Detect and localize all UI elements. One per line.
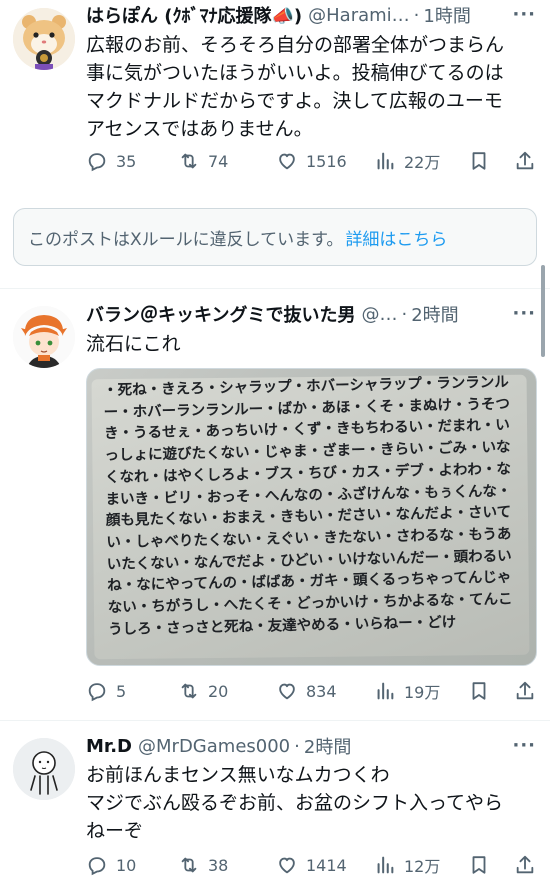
repost-button[interactable]: 20 <box>178 676 228 706</box>
bookmark-icon <box>472 152 486 170</box>
bookmark-icon <box>472 856 486 874</box>
notice-text: このポストはXルールに違反しています。 <box>28 229 344 250</box>
post-3[interactable]: Mr.D @MrDGames000 · 2時間 ··· お前ほんまセンス無いなム… <box>0 728 550 893</box>
views-count: 19万 <box>404 683 441 702</box>
notice-details-link[interactable]: 詳細はこちら <box>345 225 447 250</box>
reply-icon <box>88 857 106 876</box>
author-name[interactable]: Mr.D <box>86 736 132 757</box>
reply-button[interactable]: 10 <box>86 850 136 880</box>
hamster-avatar-icon <box>13 8 75 70</box>
post-text: 流石にこれ <box>86 333 181 355</box>
bookmark-icon <box>472 682 486 700</box>
post-time[interactable]: 2時間 <box>304 733 351 759</box>
like-icon <box>279 683 295 700</box>
views-count: 12万 <box>404 857 441 876</box>
author-handle[interactable]: @… <box>361 304 397 325</box>
share-button[interactable] <box>514 676 536 706</box>
action-bar: 10 38 1414 12万 <box>86 850 536 880</box>
anime-character-avatar-icon <box>13 306 75 368</box>
share-icon <box>516 855 534 874</box>
views-count: 22万 <box>404 153 441 172</box>
post-time[interactable]: 2時間 <box>411 301 458 327</box>
author-handle[interactable]: @MrDGames000 <box>138 736 290 757</box>
like-count: 1414 <box>306 855 347 875</box>
reply-count: 5 <box>116 681 127 701</box>
attached-photo[interactable]: ・死ね・きえろ・シャラップ・ホバーシャラップ・ランランル ー・ホバーランランルー… <box>86 368 537 666</box>
post-text: お前ほんまセンス無いなムカつくわ マジでぶん殴るぞお前、お盆のシフト入ってやら … <box>86 764 504 842</box>
share-icon <box>516 681 534 700</box>
repost-count: 38 <box>208 855 229 875</box>
views-button[interactable]: 22万 <box>374 146 440 176</box>
like-button[interactable]: 834 <box>276 676 337 706</box>
author-name[interactable]: バラン＠キッキングミで抜いた男 <box>86 301 355 327</box>
action-bar: 35 74 1516 22万 <box>86 146 536 176</box>
reply-count: 35 <box>116 151 137 171</box>
views-button[interactable]: 12万 <box>374 850 440 880</box>
default-person-avatar-icon <box>13 738 75 800</box>
like-icon <box>279 153 295 170</box>
repost-button[interactable]: 38 <box>178 850 228 880</box>
separator-dot: · <box>294 735 300 757</box>
more-icon[interactable]: ··· <box>512 303 536 324</box>
share-button[interactable] <box>514 146 536 176</box>
views-icon <box>377 682 394 700</box>
separator-dot: · <box>413 4 420 26</box>
author-handle[interactable]: @Harami… <box>308 5 410 26</box>
repost-icon <box>181 153 197 169</box>
bookmark-button[interactable] <box>468 146 490 176</box>
rule-violation-notice: このポストはXルールに違反しています。 詳細はこちら <box>13 208 537 266</box>
reply-icon <box>88 153 106 172</box>
like-button[interactable]: 1516 <box>276 146 347 176</box>
post-time[interactable]: 1時間 <box>423 2 470 28</box>
reply-icon <box>88 683 106 702</box>
repost-count: 20 <box>208 681 229 701</box>
avatar[interactable] <box>13 306 75 368</box>
photo-text: ・死ね・きえろ・シャラップ・ホバーシャラップ・ランランル ー・ホバーランランルー… <box>103 372 531 641</box>
repost-icon <box>181 857 197 873</box>
share-icon <box>516 151 534 170</box>
reply-button[interactable]: 5 <box>86 676 126 706</box>
action-bar: 5 20 834 19万 <box>86 676 536 706</box>
views-icon <box>377 152 394 170</box>
author-name[interactable]: はらぽん (ｸﾎﾞﾏﾅ応援隊📣) <box>86 2 302 28</box>
bookmark-button[interactable] <box>468 676 490 706</box>
like-count: 834 <box>306 681 337 701</box>
divider <box>0 288 550 289</box>
repost-icon <box>181 683 197 699</box>
more-icon[interactable]: ··· <box>512 735 536 756</box>
post-1[interactable]: はらぽん (ｸﾎﾞﾏﾅ応援隊📣) @Harami… · 1時間 ··· 広報のお… <box>0 0 550 200</box>
like-button[interactable]: 1414 <box>276 850 347 880</box>
post-text: 広報のお前、そろそろ自分の部署全体がつまらん 事に気がついたほうがいいよ。投稿伸… <box>86 34 505 140</box>
bookmark-button[interactable] <box>468 850 490 880</box>
like-count: 1516 <box>306 151 347 171</box>
reply-button[interactable]: 35 <box>86 146 136 176</box>
reply-count: 10 <box>116 855 137 875</box>
divider <box>0 720 550 721</box>
avatar[interactable] <box>13 8 75 70</box>
repost-button[interactable]: 74 <box>178 146 228 176</box>
views-button[interactable]: 19万 <box>374 676 440 706</box>
share-button[interactable] <box>514 850 536 880</box>
views-icon <box>377 856 394 874</box>
avatar[interactable] <box>13 738 75 800</box>
like-icon <box>279 857 295 874</box>
repost-count: 74 <box>208 151 229 171</box>
separator-dot: · <box>401 303 408 325</box>
more-icon[interactable]: ··· <box>512 4 536 25</box>
